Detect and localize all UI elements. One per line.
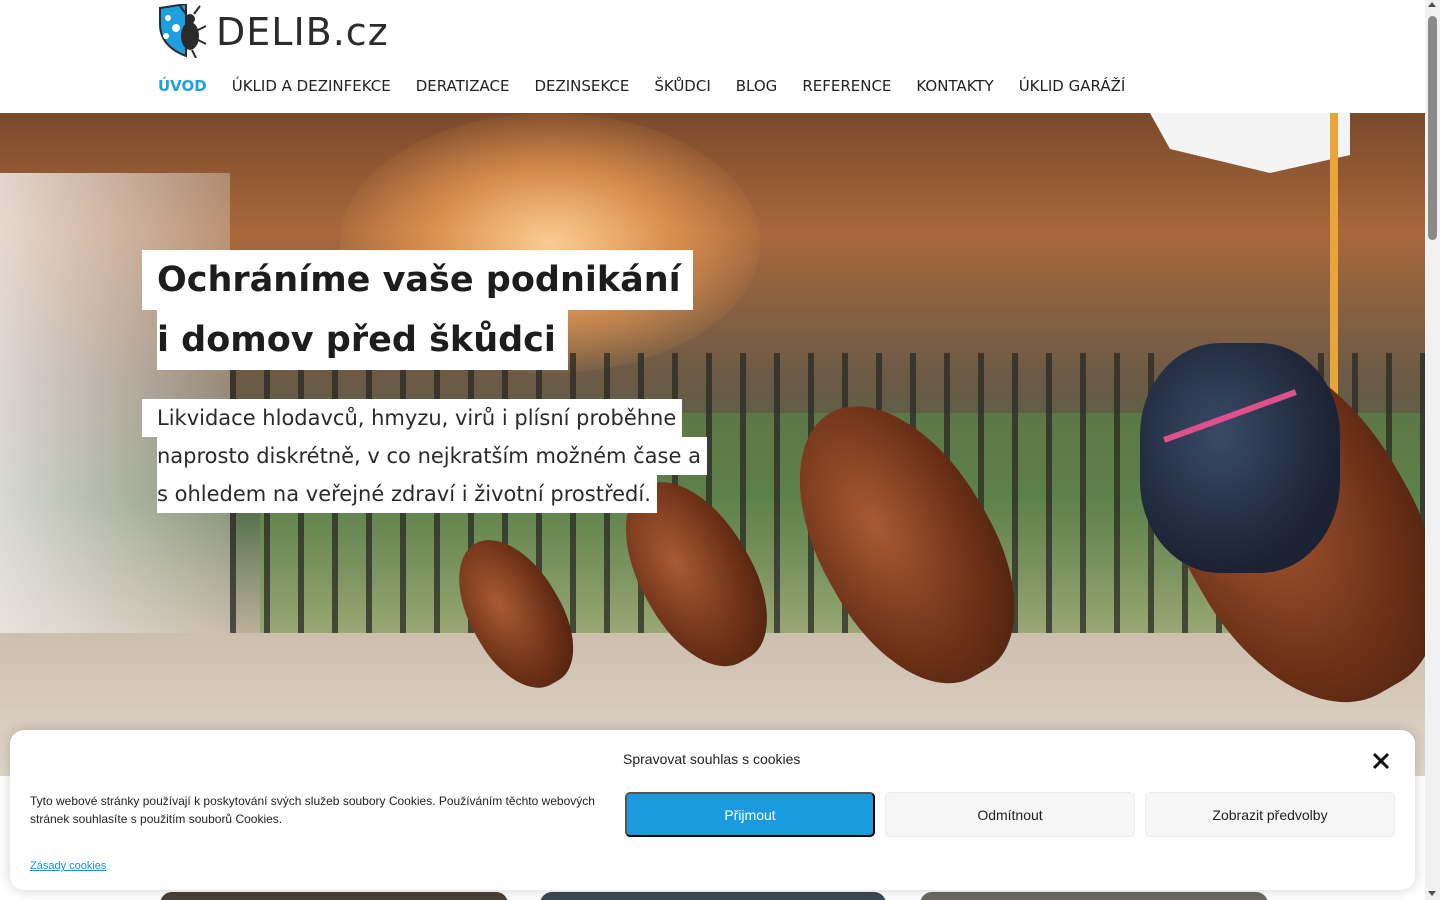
service-card-preview[interactable] — [160, 892, 508, 900]
nav-item-dezinsekce[interactable]: DEZINSEKCE — [534, 77, 629, 95]
nav-item-kontakty[interactable]: KONTAKTY — [916, 77, 993, 95]
nav-item-blog[interactable]: BLOG — [736, 77, 778, 95]
nav-item-deratizace[interactable]: DERATIZACE — [416, 77, 510, 95]
nav-item-skudci[interactable]: ŠKŮDCI — [654, 77, 710, 95]
accept-button[interactable]: Přijmout — [625, 792, 875, 837]
logo-wordmark: DELIB.cz — [216, 10, 389, 54]
service-card-preview[interactable] — [540, 892, 886, 900]
main-nav: ÚVOD ÚKLID A DEZINFEKCE DERATIZACE DEZIN… — [158, 77, 1150, 95]
deny-button[interactable]: Odmítnout — [885, 792, 1135, 837]
site-logo[interactable]: DELIB.cz — [156, 4, 389, 58]
hero-subtext-line: naprosto diskrétně, v co nejkratším možn… — [157, 437, 707, 475]
nav-item-uklid-garazi[interactable]: ÚKLID GARÁŽÍ — [1019, 77, 1126, 95]
scroll-down-arrow-icon[interactable] — [1428, 891, 1436, 896]
hero-headline-line: i domov před škůdci — [157, 310, 568, 370]
hero-headline: Ochráníme vaše podnikání i domov před šk… — [142, 250, 693, 370]
shield-bug-logo-icon — [159, 4, 207, 58]
scrollbar-thumb[interactable] — [1428, 16, 1437, 240]
white-flag-image — [1150, 113, 1350, 173]
hero-subtext-line: s ohledem na veřejné zdraví i životní pr… — [157, 475, 657, 513]
cookie-consent-panel: Spravovat souhlas s cookies Tyto webové … — [10, 730, 1415, 890]
hero-headline-line: Ochráníme vaše podnikání — [142, 250, 693, 310]
nav-item-uklid-a-dezinfekce[interactable]: ÚKLID A DEZINFEKCE — [232, 77, 391, 95]
nav-item-uvod[interactable]: ÚVOD — [158, 77, 207, 95]
hero-subtext: Likvidace hlodavců, hmyzu, virů i plísní… — [142, 399, 707, 513]
scroll-up-arrow-icon[interactable] — [1428, 2, 1436, 7]
hero-banner: Ochráníme vaše podnikání i domov před šk… — [0, 113, 1425, 776]
hero-subtext-line: Likvidace hlodavců, hmyzu, virů i plísní… — [142, 399, 683, 437]
site-header: DELIB.cz ÚVOD ÚKLID A DEZINFEKCE DERATIZ… — [0, 0, 1425, 113]
page-scrollbar[interactable] — [1425, 0, 1440, 900]
cookie-description: Tyto webové stránky používají k poskytov… — [30, 794, 595, 826]
cookie-title: Spravovat souhlas s cookies — [623, 751, 801, 767]
service-card-preview[interactable] — [920, 892, 1268, 900]
cookie-policy-link[interactable]: Zásady cookies — [30, 860, 106, 872]
show-preferences-button[interactable]: Zobrazit předvolby — [1145, 792, 1395, 837]
backpack-image — [1140, 343, 1340, 573]
nav-item-reference[interactable]: REFERENCE — [802, 77, 891, 95]
close-icon[interactable] — [1370, 750, 1392, 772]
